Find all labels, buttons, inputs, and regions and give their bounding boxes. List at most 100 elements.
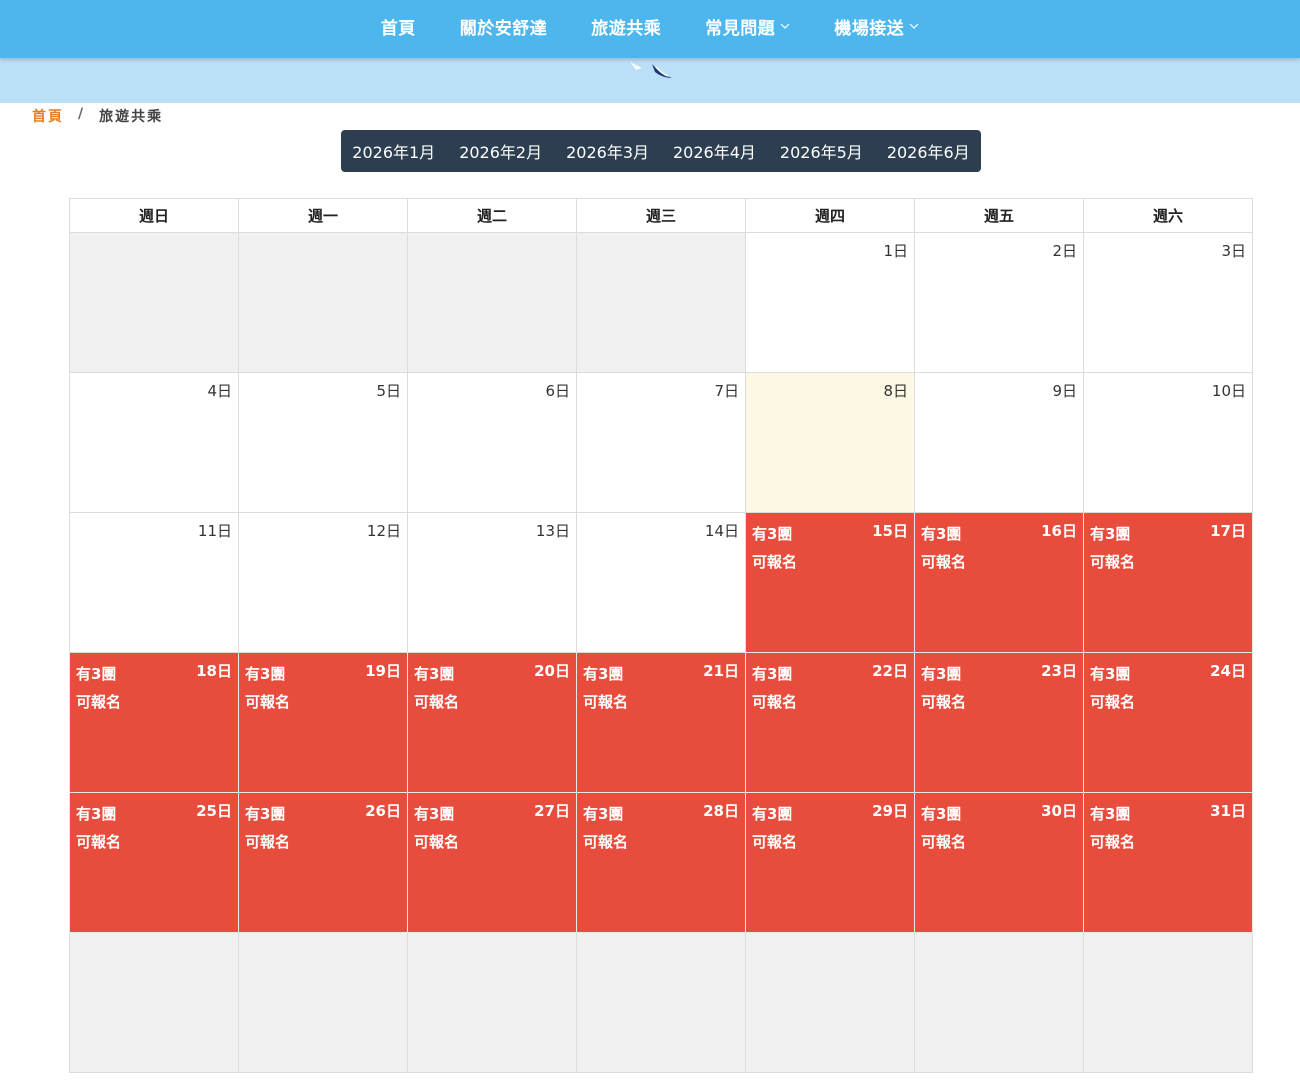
calendar-week-row: 有3團 可報名 25日 有3團 可報名 26日 有3團 可報名 27日 有3團 可報名 28日 有3團可… bbox=[69, 792, 1253, 933]
calendar-day: 13日 bbox=[407, 512, 577, 653]
calendar-grid: 週日 週一 週二 週三 週四 週五 週六 1日 2日 3日 4日 5日 6日 7日 8日 9日 1… bbox=[69, 198, 1253, 1073]
nav-item-label: 旅遊共乘 bbox=[591, 18, 662, 39]
calendar-day: 7日 bbox=[576, 372, 746, 513]
availability-count: 有3團 bbox=[245, 665, 286, 683]
availability-count: 有3團 bbox=[752, 805, 793, 823]
day-number: 27日 bbox=[534, 802, 570, 820]
chevron-down-icon bbox=[909, 23, 919, 29]
calendar-empty-cell bbox=[576, 932, 746, 1073]
calendar-day: 10日 bbox=[1083, 372, 1253, 513]
nav-item-airport-transfer[interactable]: 機場接送 bbox=[812, 14, 941, 39]
availability-text: 有3團 可報名 bbox=[414, 800, 459, 856]
calendar-week-row: 1日 2日 3日 bbox=[69, 232, 1253, 373]
calendar-day-available[interactable]: 有3團 可報名 30日 bbox=[914, 792, 1084, 933]
day-number: 14日 bbox=[704, 522, 739, 540]
availability-text: 有3團 可報名 bbox=[245, 660, 290, 716]
day-number: 26日 bbox=[365, 802, 401, 820]
breadcrumb-home-link[interactable]: 首頁 bbox=[32, 106, 64, 126]
top-navigation: 首頁 關於安舒達 旅遊共乘 常見問題 機場接送 bbox=[0, 0, 1300, 58]
calendar-day: 3日 bbox=[1083, 232, 1253, 373]
month-tab-2026-05[interactable]: 2026年5月 bbox=[768, 139, 875, 163]
availability-text: 有3團 可報名 bbox=[921, 800, 966, 856]
calendar-day-available[interactable]: 有3團 可報名 28日 bbox=[576, 792, 746, 933]
calendar-day: 4日 bbox=[69, 372, 239, 513]
nav-item-label: 常見問題 bbox=[705, 18, 776, 39]
day-number: 7日 bbox=[714, 382, 739, 400]
day-number: 6日 bbox=[545, 382, 570, 400]
availability-status: 可報名 bbox=[245, 833, 291, 851]
day-number: 16日 bbox=[1041, 522, 1077, 540]
nav-item-faq[interactable]: 常見問題 bbox=[683, 14, 812, 39]
day-number: 18日 bbox=[196, 662, 232, 680]
availability-count: 有3團 bbox=[1090, 665, 1131, 683]
calendar-day-available[interactable]: 有3團 可報名 20日 bbox=[407, 652, 577, 793]
day-number: 1日 bbox=[883, 242, 908, 260]
availability-status: 可報名 bbox=[921, 553, 967, 571]
calendar-day: 11日 bbox=[69, 512, 239, 653]
availability-count: 有3團 bbox=[921, 525, 962, 543]
availability-status: 可報名 bbox=[414, 833, 460, 851]
availability-status: 可報名 bbox=[921, 693, 967, 711]
availability-count: 有3團 bbox=[752, 665, 793, 683]
availability-text: 有3團 可報名 bbox=[583, 800, 628, 856]
calendar-day-today: 8日 bbox=[745, 372, 915, 513]
availability-status: 可報名 bbox=[1090, 833, 1136, 851]
availability-count: 有3團 bbox=[414, 665, 455, 683]
day-number: 2日 bbox=[1052, 242, 1077, 260]
day-number: 22日 bbox=[872, 662, 908, 680]
calendar-day: 14日 bbox=[576, 512, 746, 653]
month-tab-2026-04[interactable]: 2026年4月 bbox=[661, 139, 768, 163]
airplane-illustration bbox=[630, 62, 672, 78]
weekday-header: 週六 bbox=[1083, 198, 1253, 233]
calendar-day-available[interactable]: 有3團 可報名 19日 bbox=[238, 652, 408, 793]
nav-item-travel-carpool[interactable]: 旅遊共乘 bbox=[569, 14, 683, 39]
nav-item-about[interactable]: 關於安舒達 bbox=[438, 14, 570, 39]
availability-status: 可報名 bbox=[921, 833, 967, 851]
calendar-day-available[interactable]: 有3團 可報名 17日 bbox=[1083, 512, 1253, 653]
breadcrumb: 首頁 / 旅遊共乘 bbox=[32, 106, 163, 126]
month-tab-2026-06[interactable]: 2026年6月 bbox=[875, 139, 982, 163]
calendar-empty-cell bbox=[914, 932, 1084, 1073]
calendar-day-available[interactable]: 有3團 可報名 25日 bbox=[69, 792, 239, 933]
day-number: 3日 bbox=[1221, 242, 1246, 260]
day-number: 8日 bbox=[883, 382, 908, 400]
calendar-empty-cell bbox=[407, 932, 577, 1073]
month-tab-2026-03[interactable]: 2026年3月 bbox=[554, 139, 661, 163]
calendar-day-available[interactable]: 有3團 可報名 21日 bbox=[576, 652, 746, 793]
availability-status: 可報名 bbox=[76, 693, 122, 711]
nav-item-home[interactable]: 首頁 bbox=[359, 14, 438, 39]
calendar-empty-cell bbox=[69, 932, 239, 1073]
day-number: 24日 bbox=[1210, 662, 1246, 680]
banner-image bbox=[0, 58, 1300, 103]
calendar-day-available[interactable]: 有3團 可報名 15日 bbox=[745, 512, 915, 653]
weekday-header: 週一 bbox=[238, 198, 408, 233]
calendar-day-available[interactable]: 有3團 可報名 31日 bbox=[1083, 792, 1253, 933]
calendar-week-row: 4日 5日 6日 7日 8日 9日 10日 bbox=[69, 372, 1253, 513]
calendar-week-row: 11日 12日 13日 14日 有3團 可報名 15日 有3團可報名 16日 有3團 可報名 17日 bbox=[69, 512, 1253, 653]
nav-item-label: 機場接送 bbox=[834, 18, 905, 39]
calendar-empty-cell bbox=[238, 932, 408, 1073]
availability-status: 可報名 bbox=[1090, 693, 1136, 711]
availability-status: 可報名 bbox=[583, 693, 629, 711]
availability-text: 有3團 可報名 bbox=[752, 660, 797, 716]
availability-text: 有3團 可報名 bbox=[76, 800, 121, 856]
calendar-day-available[interactable]: 有3團 可報名 27日 bbox=[407, 792, 577, 933]
calendar-day-available[interactable]: 有3團可報名 16日 bbox=[914, 512, 1084, 653]
calendar-body: 1日 2日 3日 4日 5日 6日 7日 8日 9日 10日 11日 12日 13日 14日 有3團 可報名 1… bbox=[69, 232, 1253, 1073]
calendar-day-available[interactable]: 有3團 可報名 18日 bbox=[69, 652, 239, 793]
calendar-day-available[interactable]: 有3團 可報名 26日 bbox=[238, 792, 408, 933]
calendar-day: 6日 bbox=[407, 372, 577, 513]
calendar-empty-cell bbox=[69, 232, 239, 373]
nav-menu: 首頁 關於安舒達 旅遊共乘 常見問題 機場接送 bbox=[0, 0, 1300, 52]
month-tab-2026-01[interactable]: 2026年1月 bbox=[340, 139, 447, 163]
availability-text: 有3團 可報名 bbox=[76, 660, 121, 716]
calendar-day-available[interactable]: 有3團 可報名 29日 bbox=[745, 792, 915, 933]
calendar-day-available[interactable]: 有3團可報名 24日 bbox=[1083, 652, 1253, 793]
day-number: 28日 bbox=[703, 802, 739, 820]
calendar-day-available[interactable]: 有3團 可報名 22日 bbox=[745, 652, 915, 793]
availability-text: 有3團 可報名 bbox=[921, 660, 966, 716]
calendar-day-available[interactable]: 有3團 可報名 23日 bbox=[914, 652, 1084, 793]
day-number: 5日 bbox=[376, 382, 401, 400]
month-tab-2026-02[interactable]: 2026年2月 bbox=[447, 139, 554, 163]
calendar-day: 12日 bbox=[238, 512, 408, 653]
